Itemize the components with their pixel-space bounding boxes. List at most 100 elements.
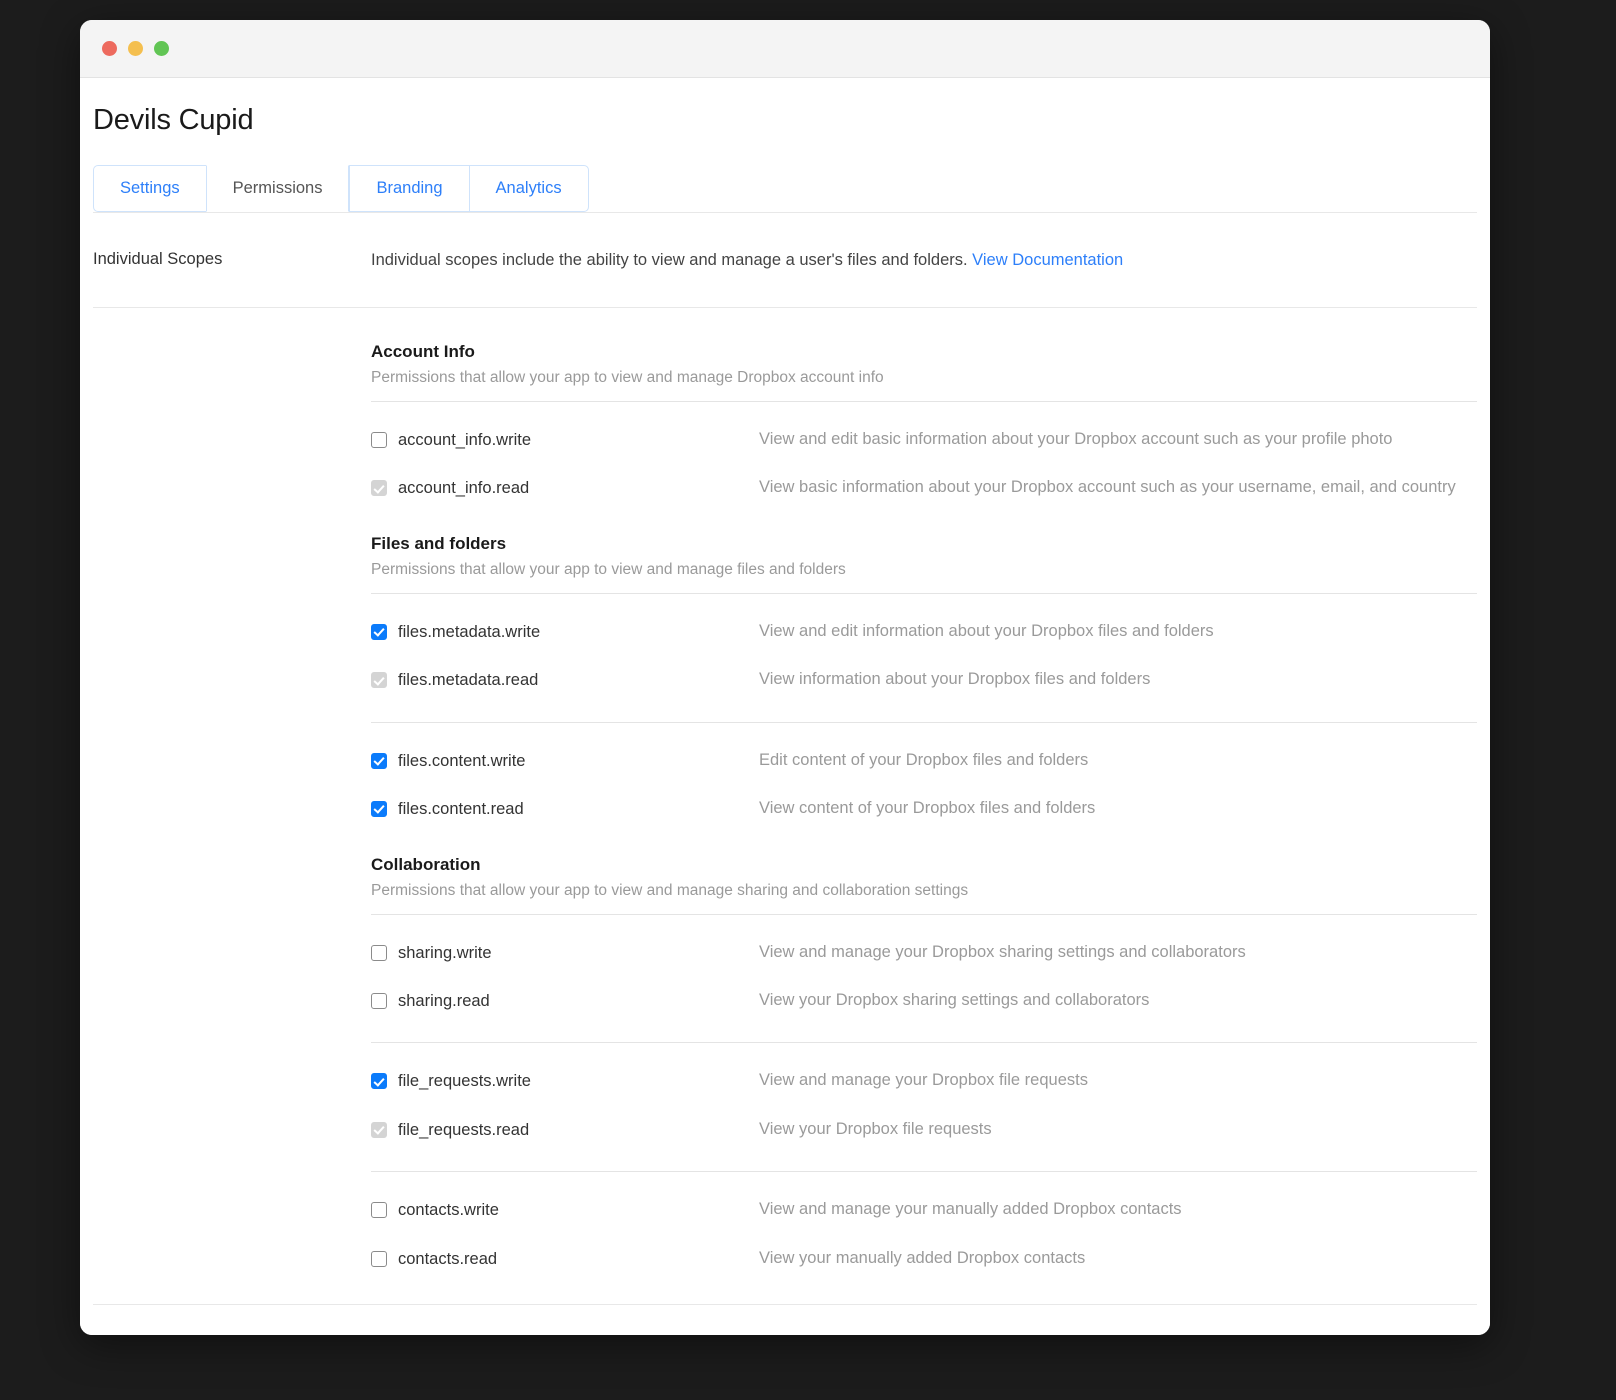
- scope-name-label: files.content.write: [398, 751, 526, 770]
- tab-permissions[interactable]: Permissions: [205, 165, 350, 213]
- scope-name-label: file_requests.read: [398, 1120, 530, 1139]
- scope-name-label: contacts.read: [398, 1249, 498, 1268]
- group-header: Collaboration Permissions that allow your…: [371, 855, 1477, 915]
- scope-name-label: file_requests.write: [398, 1072, 531, 1091]
- scope-name-cell: account_info.read: [371, 476, 759, 499]
- scope-pair: files.metadata.write View and edit inform…: [371, 594, 1477, 723]
- tab-settings[interactable]: Settings: [93, 165, 206, 213]
- scope-row: sharing.write View and manage your Dropbo…: [371, 941, 1477, 964]
- individual-scopes-label: Individual Scopes: [93, 250, 223, 269]
- scope-description: View content of your Dropbox files and f…: [759, 799, 1096, 818]
- permission-groups: Account Info Permissions that allow your …: [371, 308, 1477, 1270]
- checkbox-files-metadata-read: [371, 672, 387, 689]
- page-title: Devils Cupid: [93, 104, 254, 136]
- scope-description: Edit content of your Dropbox files and f…: [759, 750, 1089, 769]
- scope-pair: files.content.write Edit content of your …: [371, 723, 1477, 821]
- tab-branding[interactable]: Branding: [349, 165, 469, 213]
- scope-row: files.metadata.read View information abou…: [371, 668, 1477, 691]
- checkbox-contacts-write[interactable]: [371, 1202, 387, 1219]
- scope-name-cell: files.content.read: [371, 797, 759, 820]
- scope-name-cell: contacts.read: [371, 1247, 759, 1270]
- page-body: Devils Cupid Settings Permissions Branding…: [80, 78, 1490, 1335]
- group-subtitle: Permissions that allow your app to view …: [371, 560, 846, 578]
- tab-analytics[interactable]: Analytics: [468, 165, 589, 213]
- scope-pair: contacts.write View and manage your manua…: [371, 1172, 1477, 1270]
- scope-description: View and edit basic information about yo…: [759, 430, 1393, 449]
- scope-description: View and manage your manually added Drop…: [759, 1200, 1182, 1219]
- scope-row: sharing.read View your Dropbox sharing se…: [371, 989, 1477, 1012]
- scope-name-cell: account_info.write: [371, 428, 759, 451]
- scope-row: files.content.read View content of your D…: [371, 797, 1477, 820]
- permission-group: Collaboration Permissions that allow your…: [371, 855, 1477, 1271]
- view-documentation-link[interactable]: View Documentation: [972, 251, 1123, 269]
- individual-scopes-description: Individual scopes include the ability to…: [371, 249, 1123, 273]
- scope-name-cell: file_requests.write: [371, 1069, 759, 1092]
- checkbox-contacts-read[interactable]: [371, 1250, 387, 1267]
- desktop-background: Devils Cupid Settings Permissions Branding…: [0, 0, 1616, 1400]
- app-window: Devils Cupid Settings Permissions Branding…: [80, 20, 1490, 1335]
- scope-name-label: files.metadata.read: [398, 671, 539, 690]
- scope-name-cell: contacts.write: [371, 1198, 759, 1221]
- bottom-divider: [93, 1304, 1477, 1306]
- scope-name-label: files.content.read: [398, 800, 524, 819]
- checkbox-account-info-read: [371, 480, 387, 497]
- group-subtitle: Permissions that allow your app to view …: [371, 881, 969, 899]
- scope-name-label: account_info.read: [398, 479, 530, 498]
- scope-name-cell: sharing.read: [371, 989, 759, 1012]
- checkbox-file-requests-read: [371, 1121, 387, 1138]
- scope-description: View and manage your Dropbox sharing set…: [759, 942, 1246, 961]
- scope-description: View your Dropbox sharing settings and c…: [759, 991, 1150, 1010]
- group-subtitle: Permissions that allow your app to view …: [371, 369, 884, 387]
- group-header: Account Info Permissions that allow your …: [371, 342, 1477, 403]
- permission-group: Files and folders Permissions that allow …: [371, 534, 1477, 821]
- group-title: Collaboration: [371, 854, 481, 874]
- scope-row: files.content.write Edit content of your …: [371, 749, 1477, 772]
- scope-pair: file_requests.write View and manage your …: [371, 1043, 1477, 1173]
- checkbox-file-requests-write[interactable]: [371, 1073, 387, 1090]
- scope-row: account_info.write View and edit basic in…: [371, 428, 1477, 451]
- individual-scopes-row: Individual Scopes Individual scopes incl…: [93, 213, 1477, 307]
- checkbox-sharing-write[interactable]: [371, 944, 387, 961]
- tab-bar: Settings Permissions Branding Analytics: [93, 165, 1490, 213]
- scope-row: file_requests.write View and manage your …: [371, 1069, 1477, 1092]
- group-header: Files and folders Permissions that allow …: [371, 534, 1477, 594]
- checkbox-files-metadata-write[interactable]: [371, 623, 387, 640]
- scopes-description-text: Individual scopes include the ability to…: [371, 251, 968, 270]
- tab-label: Settings: [120, 179, 180, 197]
- scope-name-label: account_info.write: [398, 431, 531, 450]
- scope-name-cell: files.content.write: [371, 749, 759, 772]
- scope-name-label: contacts.write: [398, 1201, 499, 1220]
- permission-group: Account Info Permissions that allow your …: [371, 342, 1477, 500]
- scope-row: account_info.read View basic information …: [371, 476, 1477, 499]
- scope-name-cell: file_requests.read: [371, 1118, 759, 1141]
- tab-label: Permissions: [232, 179, 323, 197]
- group-title: Files and folders: [371, 533, 507, 553]
- tab-label: Analytics: [495, 179, 562, 197]
- scope-pair: sharing.write View and manage your Dropbo…: [371, 915, 1477, 1044]
- scope-description: View and edit information about your Dro…: [759, 621, 1214, 640]
- close-button[interactable]: [102, 41, 117, 56]
- checkbox-account-info-write[interactable]: [371, 432, 387, 449]
- scope-pair: account_info.write View and edit basic in…: [371, 402, 1477, 500]
- scope-description: View your manually added Dropbox contact…: [759, 1248, 1086, 1267]
- window-titlebar: [80, 20, 1490, 78]
- scope-name-cell: sharing.write: [371, 941, 759, 964]
- scope-name-cell: files.metadata.write: [371, 620, 759, 643]
- zoom-button[interactable]: [154, 41, 169, 56]
- checkbox-files-content-read[interactable]: [371, 801, 387, 818]
- scope-name-label: sharing.read: [398, 992, 490, 1011]
- minimize-button[interactable]: [128, 41, 143, 56]
- tab-label: Branding: [376, 179, 443, 197]
- scope-name-cell: files.metadata.read: [371, 668, 759, 691]
- scope-row: files.metadata.write View and edit inform…: [371, 620, 1477, 643]
- checkbox-sharing-read[interactable]: [371, 993, 387, 1010]
- checkbox-files-content-write[interactable]: [371, 752, 387, 769]
- scope-row: file_requests.read View your Dropbox file…: [371, 1118, 1477, 1141]
- scope-row: contacts.write View and manage your manua…: [371, 1198, 1477, 1221]
- scope-description: View basic information about your Dropbo…: [759, 478, 1456, 497]
- scope-description: View your Dropbox file requests: [759, 1119, 992, 1138]
- scope-name-label: files.metadata.write: [398, 622, 541, 641]
- scope-description: View and manage your Dropbox file reques…: [759, 1071, 1088, 1090]
- scope-description: View information about your Dropbox file…: [759, 670, 1151, 689]
- content-area: Individual Scopes Individual scopes incl…: [93, 212, 1477, 1270]
